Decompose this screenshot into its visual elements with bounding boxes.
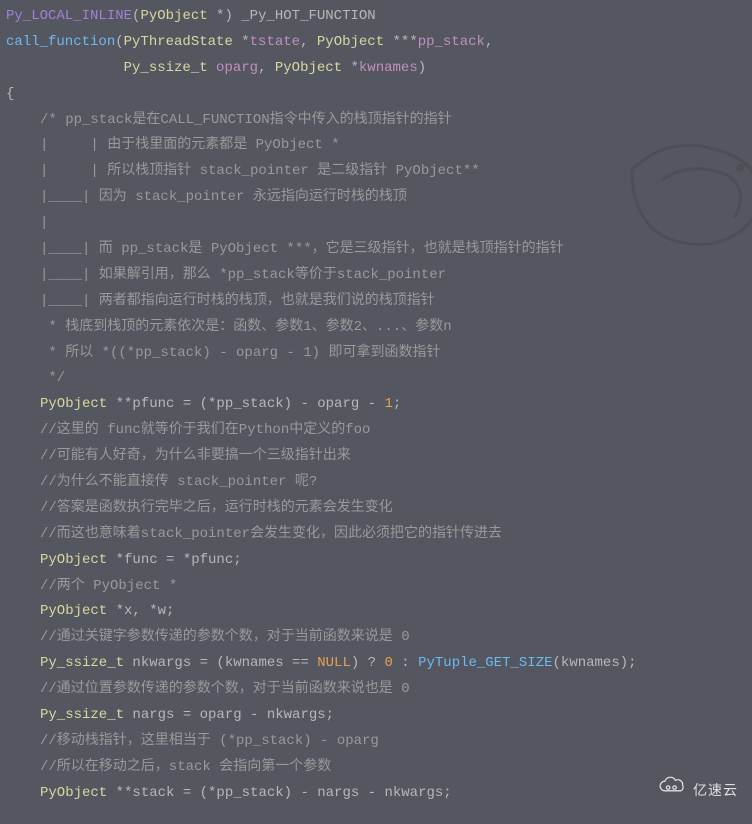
watermark: 亿速云 bbox=[657, 775, 738, 806]
code-block: Py_LOCAL_INLINE(PyObject *) _Py_HOT_FUNC… bbox=[0, 0, 752, 811]
watermark-text: 亿速云 bbox=[693, 778, 738, 804]
comment-line: /* pp_stack是在CALL_FUNCTION指令中传入的栈顶指针的指针 bbox=[40, 112, 452, 128]
macro-token: Py_LOCAL_INLINE bbox=[6, 8, 132, 24]
cloud-icon bbox=[657, 775, 689, 806]
function-name: call_function bbox=[6, 34, 115, 50]
